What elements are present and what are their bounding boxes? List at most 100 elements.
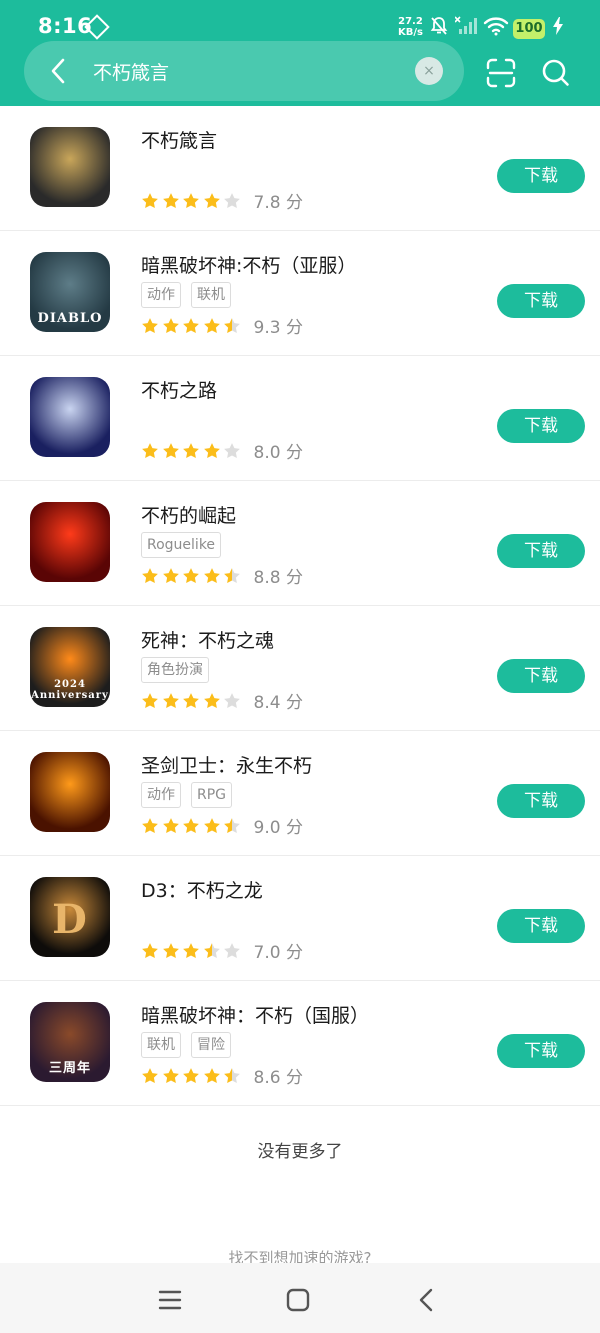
app-list-item[interactable]: 不朽箴言 7.8 分 下载 — [0, 106, 600, 231]
star-full-icon — [162, 317, 179, 333]
app-tag: 动作 — [141, 282, 181, 308]
star-full-icon — [203, 1067, 220, 1083]
app-rating: 9.3 分 — [141, 313, 303, 338]
immortal-proverbs-game-icon[interactable] — [30, 127, 110, 207]
holy-sword-guardian-game-icon[interactable] — [30, 752, 110, 832]
search-icon — [542, 59, 569, 86]
app-tags: 角色扮演 — [141, 657, 209, 683]
star-full-icon — [162, 442, 179, 458]
scan-icon — [486, 58, 516, 88]
app-tags: 动作 RPG — [141, 782, 233, 808]
app-icon-text: 三周年 — [48, 1061, 91, 1076]
search-results-list: 不朽箴言 7.8 分下载 DIABLO 暗黑破坏神:不朽（亚服） 动作 联机 9.3 分下载… — [0, 106, 600, 1106]
app-score: 8.4 分 — [253, 693, 303, 713]
app-list-item[interactable]: 三周年 暗黑破坏神：不朽（国服） 联机 冒险 8.6 分 下载 — [0, 981, 600, 1106]
no-signal-icon — [455, 16, 477, 34]
back-nav-button[interactable] — [411, 1285, 441, 1315]
wifi-icon — [483, 17, 509, 36]
star-full-icon — [203, 692, 220, 708]
app-tag: Roguelike — [141, 532, 222, 558]
back-nav-icon — [419, 1288, 433, 1312]
app-list-item[interactable]: D D3：不朽之龙 7.0 分 下载 — [0, 856, 600, 981]
download-button[interactable]: 下载 — [497, 784, 585, 818]
d3-dragon-game-icon[interactable]: D — [30, 877, 110, 957]
star-full-icon — [203, 317, 220, 333]
app-name: 暗黑破坏神：不朽（国服） — [141, 1005, 370, 1027]
app-list-item[interactable]: 不朽之路 8.0 分 下载 — [0, 356, 600, 481]
star-half-icon — [224, 317, 240, 333]
app-rating: 9.0 分 — [141, 813, 303, 838]
app-name: D3：不朽之龙 — [141, 880, 263, 902]
app-tag: 冒险 — [191, 1032, 231, 1058]
download-button[interactable]: 下载 — [497, 659, 585, 693]
app-tags: Roguelike — [141, 532, 222, 558]
app-name: 暗黑破坏神:不朽（亚服） — [141, 255, 357, 277]
download-button[interactable]: 下载 — [497, 1034, 585, 1068]
home-button[interactable] — [283, 1285, 313, 1315]
immortal-rise-game-icon[interactable] — [30, 502, 110, 582]
app-rating: 7.0 分 — [141, 938, 303, 963]
star-full-icon — [183, 567, 199, 583]
star-half-icon — [224, 1067, 240, 1083]
star-full-icon — [162, 192, 179, 208]
battery-icon: 100 — [513, 19, 545, 39]
app-list-item[interactable]: 不朽的崛起 Roguelike 8.8 分 下载 — [0, 481, 600, 606]
download-button[interactable]: 下载 — [497, 409, 585, 443]
download-button[interactable]: 下载 — [497, 284, 585, 318]
star-full-icon — [142, 817, 158, 833]
clear-search-button[interactable]: × — [415, 57, 443, 85]
app-tag: RPG — [191, 782, 233, 808]
star-empty-icon — [224, 192, 240, 208]
network-speed: 27.2 KB/s — [398, 16, 423, 38]
download-button[interactable]: 下载 — [497, 159, 585, 193]
app-tag: 动作 — [141, 782, 181, 808]
download-button[interactable]: 下载 — [497, 909, 585, 943]
star-empty-icon — [224, 692, 240, 708]
bleach-game-icon[interactable]: 2024 Anniversary — [30, 627, 110, 707]
app-score: 9.3 分 — [253, 318, 303, 338]
star-full-icon — [142, 567, 158, 583]
app-icon-text: 2024 Anniversary — [31, 679, 109, 701]
home-icon — [286, 1288, 310, 1312]
no-more-text: 没有更多了 — [257, 1142, 343, 1162]
star-full-icon — [183, 942, 199, 958]
star-empty-icon — [224, 442, 240, 458]
star-empty-icon — [224, 942, 240, 958]
star-full-icon — [142, 317, 158, 333]
app-score: 8.6 分 — [253, 1068, 303, 1088]
star-full-icon — [183, 317, 199, 333]
star-full-icon — [162, 692, 179, 708]
app-list-item[interactable]: 2024 Anniversary 死神：不朽之魂角色扮演 8.4 分 下载 — [0, 606, 600, 731]
diablo-game-icon[interactable]: DIABLO — [30, 252, 110, 332]
app-name: 圣剑卫士：永生不朽 — [141, 755, 313, 777]
star-full-icon — [183, 192, 199, 208]
app-rating: 7.8 分 — [141, 188, 303, 213]
app-name: 不朽的崛起 — [141, 505, 237, 527]
star-full-icon — [203, 567, 220, 583]
charging-icon — [553, 17, 563, 35]
app-score: 9.0 分 — [253, 818, 303, 838]
immortal-road-game-icon[interactable] — [30, 377, 110, 457]
star-full-icon — [142, 1067, 158, 1083]
app-list-item[interactable]: 圣剑卫士：永生不朽动作 RPG 9.0 分 下载 — [0, 731, 600, 856]
menu-button[interactable] — [155, 1285, 185, 1315]
app-rating: 8.0 分 — [141, 438, 303, 463]
star-full-icon — [142, 692, 158, 708]
app-name: 不朽箴言 — [141, 130, 218, 152]
app-name: 不朽之路 — [141, 380, 218, 402]
top-header: 8:16 27.2 KB/s 100 不朽箴言 × — [0, 0, 600, 106]
star-full-icon — [142, 442, 158, 458]
star-full-icon — [183, 1067, 199, 1083]
search-button[interactable] — [541, 58, 571, 88]
scan-button[interactable] — [486, 58, 516, 88]
app-name: 死神：不朽之魂 — [141, 630, 275, 652]
app-list-item[interactable]: DIABLO 暗黑破坏神:不朽（亚服） 动作 联机 9.3 分 下载 — [0, 231, 600, 356]
app-tag: 联机 — [141, 1032, 181, 1058]
star-full-icon — [203, 192, 220, 208]
back-button[interactable] — [38, 50, 78, 92]
star-half-icon — [203, 942, 220, 958]
download-button[interactable]: 下载 — [497, 534, 585, 568]
search-input[interactable] — [93, 55, 403, 87]
star-full-icon — [142, 192, 158, 208]
diablo-cn-game-icon[interactable]: 三周年 — [30, 1002, 110, 1082]
